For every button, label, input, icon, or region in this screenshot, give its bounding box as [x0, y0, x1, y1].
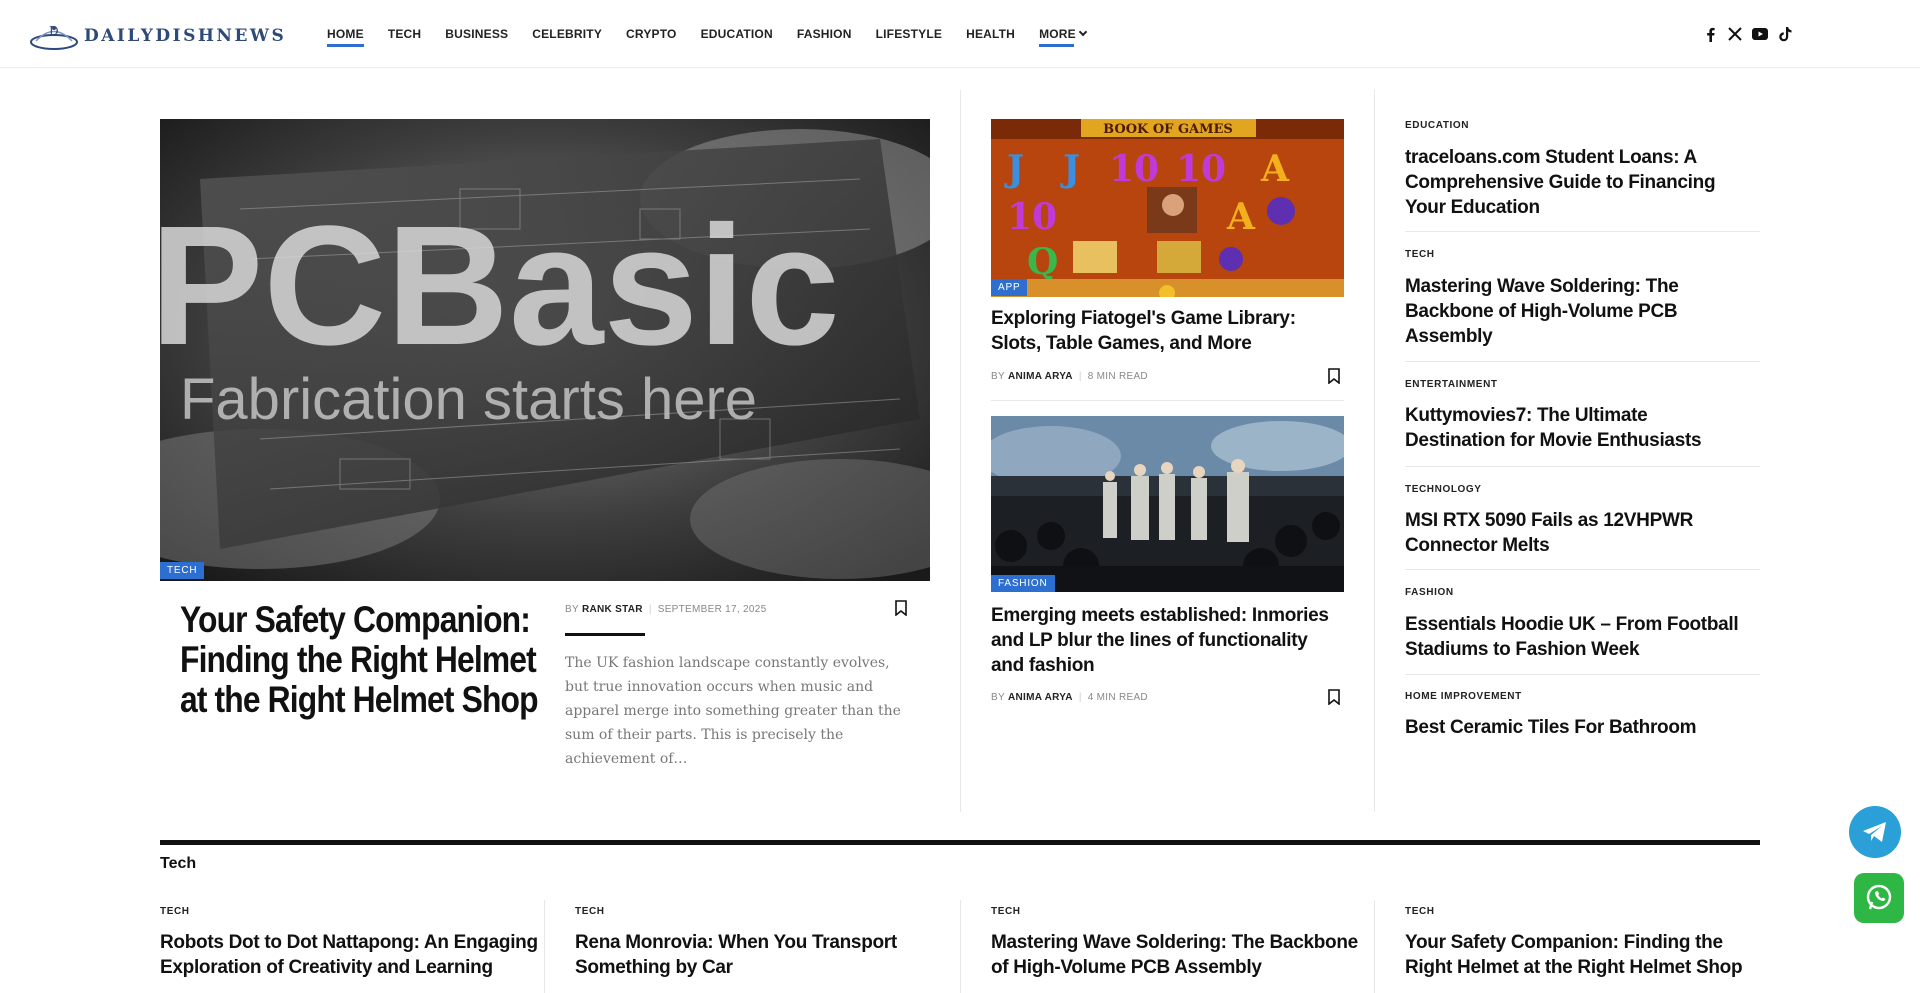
list-item-title[interactable]: Essentials Hoodie UK – From Football Sta… — [1405, 612, 1745, 662]
feature-image[interactable]: PCBasic Fabrication starts here — [160, 119, 930, 581]
read-time: 4 MIN READ — [1087, 692, 1148, 703]
logo-letter: D — [49, 24, 59, 38]
card-title[interactable]: Emerging meets established: Inmories and… — [991, 603, 1344, 678]
list-item-title[interactable]: Best Ceramic Tiles For Bathroom — [1405, 715, 1745, 740]
by-label: BY — [991, 692, 1005, 703]
feature-divider — [565, 633, 645, 636]
nav-celebrity[interactable]: CELEBRITY — [532, 27, 602, 41]
list-category[interactable]: TECH — [1405, 249, 1435, 260]
list-category[interactable]: ENTERTAINMENT — [1405, 379, 1498, 390]
bookmark-icon[interactable] — [1328, 689, 1340, 706]
feature-tag[interactable]: TECH — [160, 562, 205, 579]
list-divider — [1405, 361, 1760, 362]
list-divider — [1405, 569, 1760, 570]
section-divider — [160, 840, 1760, 845]
section-column-divider — [960, 900, 961, 993]
site-name: DAILYDISHNEWS — [84, 26, 287, 46]
list-divider — [1405, 466, 1760, 467]
section-item-category[interactable]: TECH — [575, 906, 605, 917]
svg-text:10: 10 — [1109, 148, 1159, 190]
card-author[interactable]: ANIMA ARYA — [1008, 692, 1073, 703]
facebook-icon[interactable] — [1700, 22, 1720, 46]
section-item-title[interactable]: Robots Dot to Dot Nattapong: An Engaging… — [160, 930, 540, 980]
list-item-title[interactable]: traceloans.com Student Loans: A Comprehe… — [1405, 145, 1745, 220]
nav-health[interactable]: HEALTH — [966, 27, 1015, 41]
section-title[interactable]: Tech — [160, 855, 196, 873]
telegram-icon — [1863, 822, 1886, 842]
nav-home[interactable]: HOME — [327, 27, 364, 47]
bookmark-icon[interactable] — [895, 600, 907, 617]
svg-text:J: J — [1004, 148, 1024, 190]
section-item-category[interactable]: TECH — [991, 906, 1021, 917]
social-links — [1700, 22, 1800, 46]
nav-lifestyle[interactable]: LIFESTYLE — [876, 27, 942, 41]
card-author[interactable]: ANIMA ARYA — [1008, 371, 1073, 382]
bookmark-icon[interactable] — [1328, 368, 1340, 385]
whatsapp-button[interactable] — [1854, 873, 1904, 923]
by-label: BY — [565, 604, 579, 615]
chevron-down-icon — [1078, 27, 1088, 37]
feature-meta: BY RANK STAR | SEPTEMBER 17, 2025 — [565, 604, 767, 615]
whatsapp-icon — [1866, 884, 1892, 910]
card-meta: BY ANIMA ARYA | 8 MIN READ — [991, 371, 1148, 382]
list-item-title[interactable]: Mastering Wave Soldering: The Backbone o… — [1405, 274, 1745, 349]
section-item-title[interactable]: Your Safety Companion: Finding the Right… — [1405, 930, 1765, 980]
feature-title[interactable]: Your Safety Companion: Finding the Right… — [180, 600, 541, 720]
svg-text:10: 10 — [1007, 196, 1057, 238]
nav-fashion[interactable]: FASHION — [797, 27, 852, 41]
svg-text:A: A — [1226, 196, 1256, 238]
card-title[interactable]: Exploring Fiatogel's Game Library: Slots… — [991, 306, 1344, 356]
feature-excerpt: The UK fashion landscape constantly evol… — [565, 655, 901, 767]
card-image-runway[interactable] — [991, 416, 1344, 592]
feature-image-tagline: Fabrication starts here — [180, 367, 757, 432]
list-item-title[interactable]: Kuttymovies7: The Ultimate Destination f… — [1405, 403, 1745, 453]
nav-crypto[interactable]: CRYPTO — [626, 27, 677, 41]
card-tag-app[interactable]: APP — [991, 279, 1028, 296]
feature-image-logo-text: PCBasic — [160, 191, 840, 381]
site-header: D DAILYDISHNEWS HOME TECH BUSINESS CELEB… — [0, 0, 1920, 68]
card-tag-fashion[interactable]: FASHION — [991, 575, 1055, 592]
logo-dish-icon: D — [28, 18, 80, 54]
list-category[interactable]: EDUCATION — [1405, 120, 1469, 131]
read-time: 8 MIN READ — [1087, 371, 1148, 382]
svg-text:Q: Q — [1027, 241, 1058, 283]
slot-banner-text: BOOK OF GAMES — [1103, 122, 1233, 137]
section-item-category[interactable]: TECH — [1405, 906, 1435, 917]
section-item-category[interactable]: TECH — [160, 906, 190, 917]
list-category[interactable]: FASHION — [1405, 587, 1454, 598]
list-category[interactable]: TECHNOLOGY — [1405, 484, 1482, 495]
tiktok-icon[interactable] — [1775, 22, 1795, 46]
nav-business[interactable]: BUSINESS — [445, 27, 508, 41]
card-divider — [991, 400, 1344, 401]
feature-date: SEPTEMBER 17, 2025 — [657, 604, 767, 615]
nav-education[interactable]: EDUCATION — [701, 27, 773, 41]
svg-text:J: J — [1060, 148, 1080, 190]
section-column-divider — [544, 900, 545, 993]
by-label: BY — [991, 371, 1005, 382]
card-image-slots[interactable]: BOOK OF GAMES JJ 10 10 A 10 A Q — [991, 119, 1344, 297]
column-divider — [1374, 90, 1375, 812]
column-divider — [960, 90, 961, 812]
youtube-icon[interactable] — [1750, 22, 1770, 46]
list-category[interactable]: HOME IMPROVEMENT — [1405, 691, 1522, 702]
section-item-title[interactable]: Rena Monrovia: When You Transport Someth… — [575, 930, 955, 980]
svg-text:A: A — [1260, 148, 1290, 190]
site-logo[interactable]: D DAILYDISHNEWS — [28, 18, 286, 54]
section-item-title[interactable]: Mastering Wave Soldering: The Backbone o… — [991, 930, 1371, 980]
svg-text:10: 10 — [1176, 148, 1226, 190]
telegram-button[interactable] — [1849, 806, 1901, 858]
list-divider — [1405, 231, 1760, 232]
nav-more-label: MORE — [1039, 27, 1076, 41]
list-divider — [1405, 674, 1760, 675]
nav-more[interactable]: MORE — [1039, 27, 1088, 47]
nav-tech[interactable]: TECH — [388, 27, 421, 41]
main-nav: HOME TECH BUSINESS CELEBRITY CRYPTO EDUC… — [327, 0, 1110, 68]
x-icon[interactable] — [1725, 22, 1745, 46]
card-meta: BY ANIMA ARYA | 4 MIN READ — [991, 692, 1148, 703]
section-column-divider — [1374, 900, 1375, 993]
feature-author[interactable]: RANK STAR — [582, 604, 643, 615]
list-item-title[interactable]: MSI RTX 5090 Fails as 12VHPWR Connector … — [1405, 508, 1745, 558]
